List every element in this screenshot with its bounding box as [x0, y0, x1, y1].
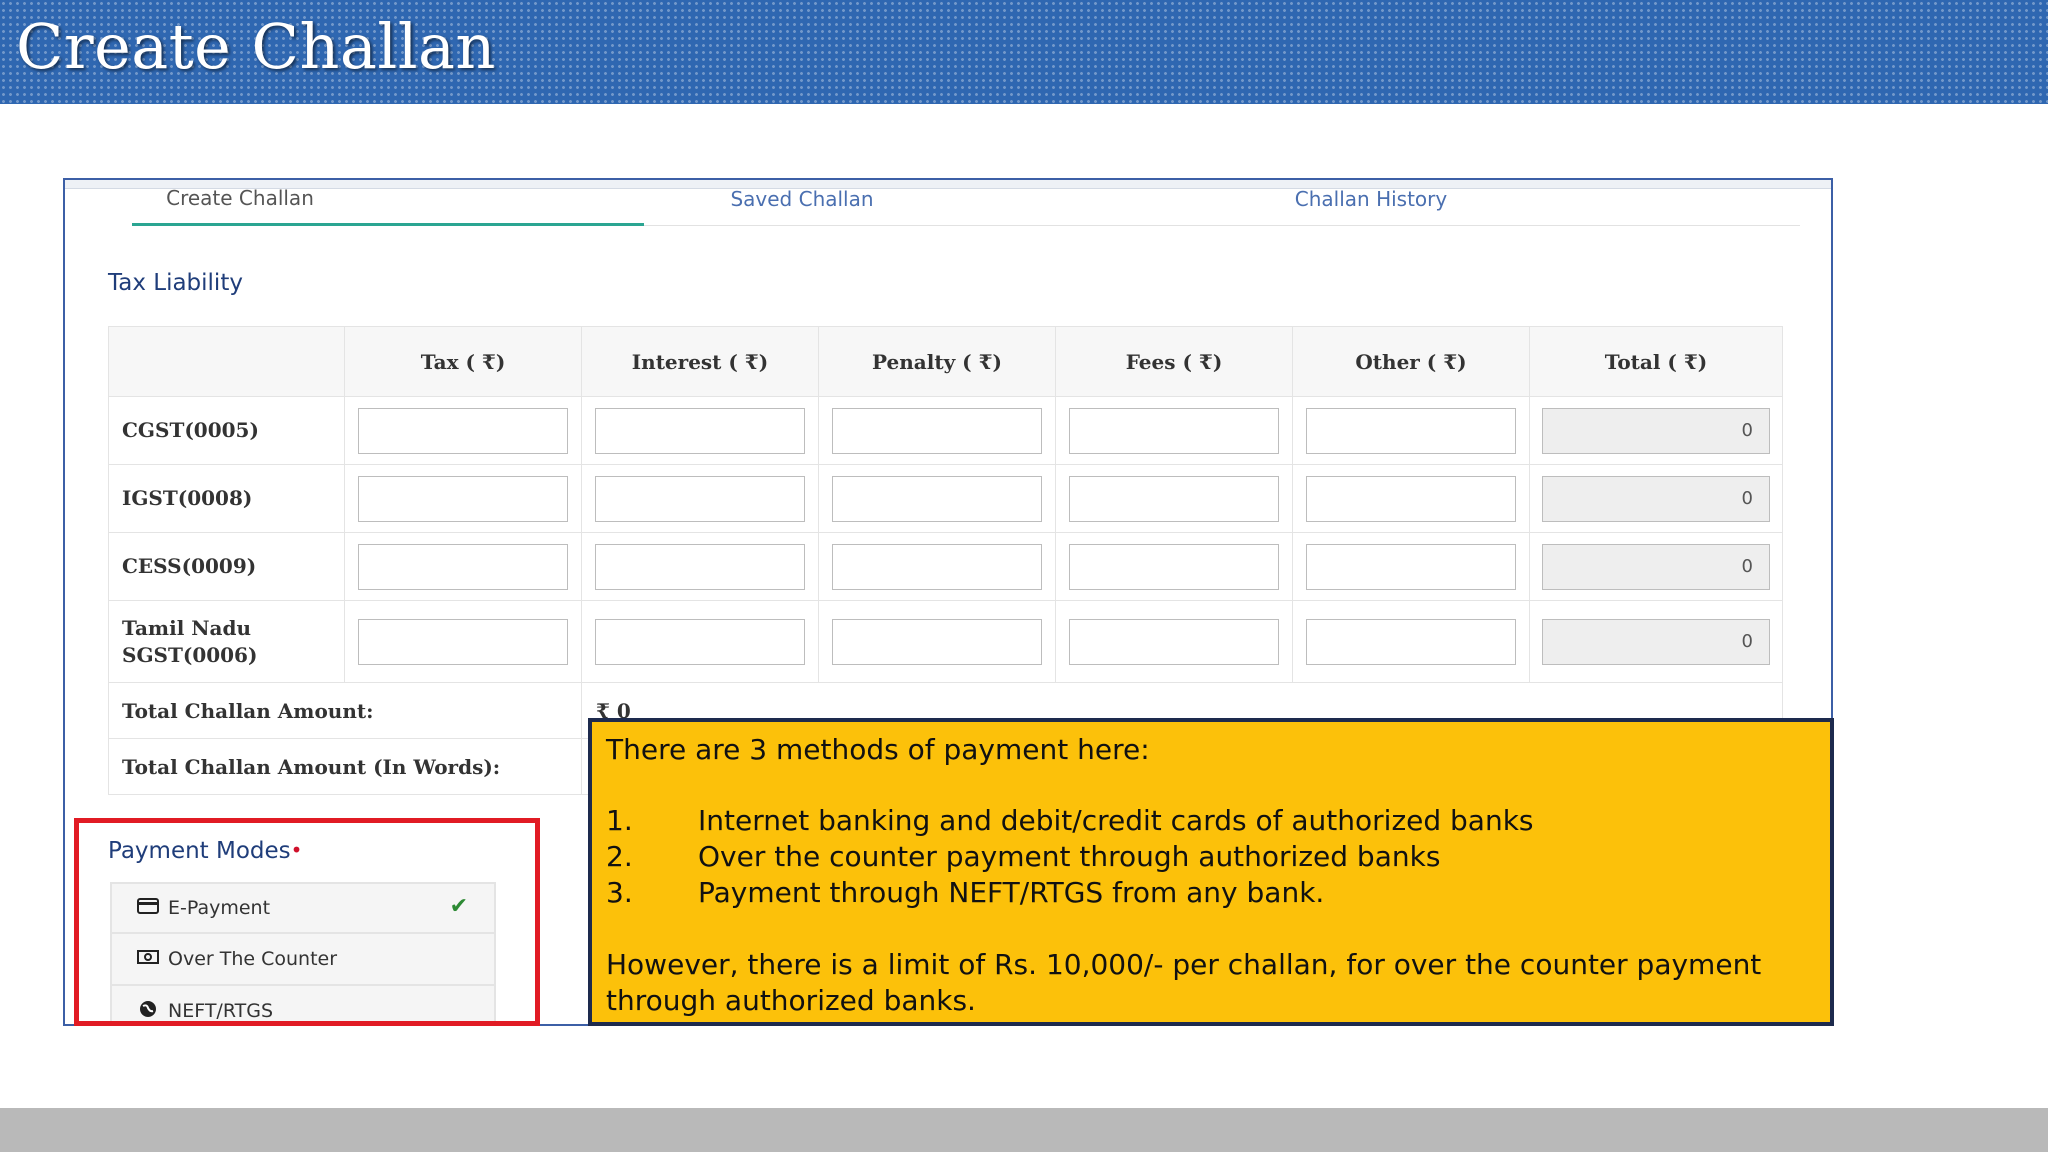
slide-banner: Create Challan [0, 0, 2048, 104]
cess-fees-input[interactable] [1069, 543, 1279, 590]
highlight-box [74, 818, 540, 1026]
sgst-other-input[interactable] [1306, 618, 1516, 665]
col-header-fees: Fees ( ₹) [1055, 326, 1293, 397]
tax-liability-title: Tax Liability [108, 270, 243, 296]
callout-item: 3. Payment through NEFT/RTGS from any ba… [606, 875, 1816, 911]
total-words-label: Total Challan Amount (In Words): [108, 738, 582, 795]
cess-other-input[interactable] [1306, 543, 1516, 590]
igst-fees-input[interactable] [1069, 475, 1279, 522]
total-challan-label: Total Challan Amount: [108, 682, 582, 739]
callout-note: However, there is a limit of Rs. 10,000/… [606, 948, 1762, 1017]
cgst-tax-input[interactable] [358, 407, 568, 454]
row-label-cgst: CGST(0005) [108, 396, 345, 465]
callout-item-text: Payment through NEFT/RTGS from any bank. [698, 876, 1325, 909]
cgst-interest-input[interactable] [595, 407, 805, 454]
table-row-cess: CESS(0009) [108, 532, 1783, 601]
cgst-penalty-input[interactable] [832, 407, 1042, 454]
igst-interest-input[interactable] [595, 475, 805, 522]
slide-footer-bar [0, 1108, 2048, 1152]
table-row-cgst: CGST(0005) [108, 396, 1783, 465]
cgst-other-input[interactable] [1306, 407, 1516, 454]
payment-methods-callout: There are 3 methods of payment here: 1. … [588, 718, 1834, 1026]
cess-total-field [1542, 543, 1770, 590]
sgst-tax-input[interactable] [358, 618, 568, 665]
col-header-penalty: Penalty ( ₹) [818, 326, 1056, 397]
row-label-cess: CESS(0009) [108, 532, 345, 601]
table-header-row: Tax ( ₹) Interest ( ₹) Penalty ( ₹) Fees… [108, 326, 1783, 397]
row-label-igst: IGST(0008) [108, 464, 345, 533]
sgst-total-field [1542, 618, 1770, 665]
cgst-fees-input[interactable] [1069, 407, 1279, 454]
sgst-penalty-input[interactable] [832, 618, 1042, 665]
tab-create-challan[interactable]: Create Challan [132, 186, 348, 226]
callout-intro: There are 3 methods of payment here: [606, 733, 1150, 766]
tab-saved-challan[interactable]: Saved Challan [700, 187, 904, 227]
col-header-other: Other ( ₹) [1292, 326, 1530, 397]
callout-item: 2. Over the counter payment through auth… [606, 839, 1816, 875]
callout-item-number: 1. [606, 804, 633, 837]
callout-item-number: 3. [606, 876, 633, 909]
cess-penalty-input[interactable] [832, 543, 1042, 590]
col-header-blank [108, 326, 345, 397]
table-row-igst: IGST(0008) [108, 464, 1783, 533]
col-header-interest: Interest ( ₹) [581, 326, 819, 397]
row-label-sgst: Tamil Nadu SGST(0006) [108, 600, 345, 683]
callout-item-text: Over the counter payment through authori… [698, 840, 1441, 873]
igst-other-input[interactable] [1306, 475, 1516, 522]
igst-tax-input[interactable] [358, 475, 568, 522]
callout-item: 1. Internet banking and debit/credit car… [606, 803, 1816, 839]
igst-total-field [1542, 475, 1770, 522]
sgst-interest-input[interactable] [595, 618, 805, 665]
sgst-fees-input[interactable] [1069, 618, 1279, 665]
callout-item-text: Internet banking and debit/credit cards … [698, 804, 1534, 837]
cgst-total-field [1542, 407, 1770, 454]
cess-interest-input[interactable] [595, 543, 805, 590]
cess-tax-input[interactable] [358, 543, 568, 590]
col-header-total: Total ( ₹) [1529, 326, 1783, 397]
callout-item-number: 2. [606, 840, 633, 873]
col-header-tax: Tax ( ₹) [344, 326, 582, 397]
slide-title: Create Challan [16, 10, 496, 83]
tab-challan-history[interactable]: Challan History [1270, 187, 1472, 227]
igst-penalty-input[interactable] [832, 475, 1042, 522]
active-tab-underline [132, 223, 644, 226]
table-row-sgst: Tamil Nadu SGST(0006) [108, 600, 1783, 683]
